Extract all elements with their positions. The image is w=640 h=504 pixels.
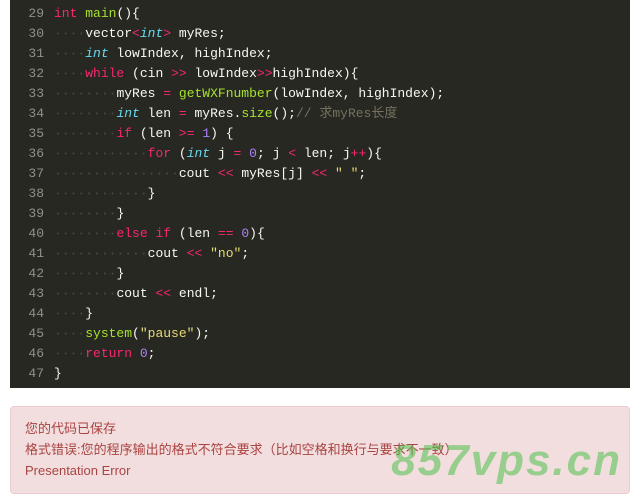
line-number: 34 xyxy=(10,104,54,124)
error-line-2: 格式错误:您的程序输出的格式不符合要求（比如空格和换行与要求不一致） xyxy=(25,440,615,461)
code-line: 40········else if (len == 0){ xyxy=(10,224,630,244)
code-content: ············for (int j = 0; j < len; j++… xyxy=(54,144,382,164)
code-content: ····} xyxy=(54,304,93,324)
code-line: 30····vector<int> myRes; xyxy=(10,24,630,44)
line-number: 31 xyxy=(10,44,54,64)
line-number: 42 xyxy=(10,264,54,284)
code-line: 33········myRes = getWXFnumber(lowIndex,… xyxy=(10,84,630,104)
code-content: ········} xyxy=(54,264,124,284)
line-number: 46 xyxy=(10,344,54,364)
code-content: ········myRes = getWXFnumber(lowIndex, h… xyxy=(54,84,444,104)
code-content: ········} xyxy=(54,204,124,224)
code-line: 35········if (len >= 1) { xyxy=(10,124,630,144)
line-number: 47 xyxy=(10,364,54,384)
code-line: 43········cout << endl; xyxy=(10,284,630,304)
code-content: ····return 0; xyxy=(54,344,155,364)
line-number: 29 xyxy=(10,4,54,24)
line-number: 39 xyxy=(10,204,54,224)
line-number: 35 xyxy=(10,124,54,144)
code-content: ····int lowIndex, highIndex; xyxy=(54,44,273,64)
line-number: 44 xyxy=(10,304,54,324)
code-line: 29int main(){ xyxy=(10,4,630,24)
code-content: ········else if (len == 0){ xyxy=(54,224,265,244)
line-number: 30 xyxy=(10,24,54,44)
code-line: 47} xyxy=(10,364,630,384)
line-number: 36 xyxy=(10,144,54,164)
error-line-1: 您的代码已保存 xyxy=(25,419,615,440)
code-content: } xyxy=(54,364,62,384)
line-number: 43 xyxy=(10,284,54,304)
code-line: 39········} xyxy=(10,204,630,224)
line-number: 45 xyxy=(10,324,54,344)
code-content: ················cout << myRes[j] << " "; xyxy=(54,164,366,184)
code-line: 45····system("pause"); xyxy=(10,324,630,344)
code-line: 44····} xyxy=(10,304,630,324)
code-content: ············} xyxy=(54,184,155,204)
code-content: ········cout << endl; xyxy=(54,284,218,304)
code-line: 41············cout << "no"; xyxy=(10,244,630,264)
line-number: 38 xyxy=(10,184,54,204)
code-content: ········if (len >= 1) { xyxy=(54,124,234,144)
code-content: int main(){ xyxy=(54,4,140,24)
code-editor: 29int main(){30····vector<int> myRes;31·… xyxy=(10,0,630,388)
code-line: 38············} xyxy=(10,184,630,204)
line-number: 33 xyxy=(10,84,54,104)
code-content: ········int len = myRes.size();// 求myRes… xyxy=(54,104,397,124)
line-number: 32 xyxy=(10,64,54,84)
line-number: 41 xyxy=(10,244,54,264)
code-content: ············cout << "no"; xyxy=(54,244,249,264)
code-content: ····system("pause"); xyxy=(54,324,210,344)
line-number: 37 xyxy=(10,164,54,184)
code-line: 46····return 0; xyxy=(10,344,630,364)
code-content: ····while (cin >> lowIndex>>highIndex){ xyxy=(54,64,358,84)
error-line-3: Presentation Error xyxy=(25,461,615,482)
code-line: 31····int lowIndex, highIndex; xyxy=(10,44,630,64)
error-alert: 您的代码已保存 格式错误:您的程序输出的格式不符合要求（比如空格和换行与要求不一… xyxy=(10,406,630,494)
code-line: 32····while (cin >> lowIndex>>highIndex)… xyxy=(10,64,630,84)
code-line: 42········} xyxy=(10,264,630,284)
code-line: 34········int len = myRes.size();// 求myR… xyxy=(10,104,630,124)
line-number: 40 xyxy=(10,224,54,244)
code-line: 37················cout << myRes[j] << " … xyxy=(10,164,630,184)
code-line: 36············for (int j = 0; j < len; j… xyxy=(10,144,630,164)
code-content: ····vector<int> myRes; xyxy=(54,24,226,44)
